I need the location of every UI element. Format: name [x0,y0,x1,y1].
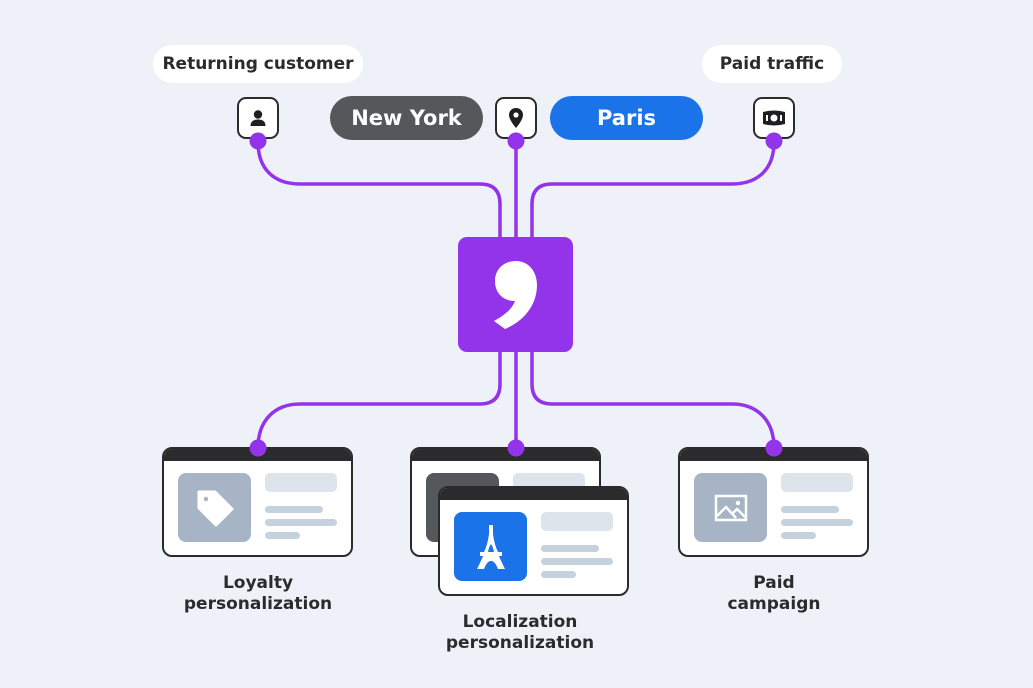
dot-paid-campaign [765,439,783,457]
dot-localization [507,439,525,457]
dot-loyalty [249,439,267,457]
connector-dots-bottom [249,439,783,457]
